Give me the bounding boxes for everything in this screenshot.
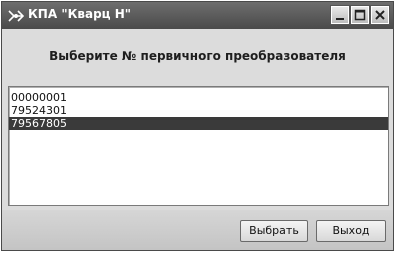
window-title: КПА "Кварц Н"	[28, 7, 132, 21]
close-button[interactable]	[370, 5, 390, 25]
prompt-label: Выберите № первичного преобразователя	[49, 49, 346, 63]
button-bar: Выбрать Выход	[2, 210, 393, 250]
select-button[interactable]: Выбрать	[240, 220, 308, 242]
title-bar[interactable]: КПА "Кварц Н"	[2, 2, 393, 29]
minimize-icon	[336, 18, 344, 20]
dialog-window: КПА "Кварц Н" Выберите № первичного прео…	[1, 1, 394, 251]
maximize-button[interactable]	[350, 5, 370, 25]
list-item[interactable]: 00000001	[9, 91, 388, 104]
list-item[interactable]: 79524301	[9, 104, 388, 117]
app-icon	[8, 8, 25, 22]
minimize-button[interactable]	[330, 5, 350, 25]
close-icon	[375, 10, 385, 20]
sensor-number-list[interactable]: 00000001 79524301 79567805	[8, 86, 389, 206]
list-item-selected[interactable]: 79567805	[9, 117, 388, 130]
exit-button[interactable]: Выход	[316, 220, 386, 242]
maximize-icon	[354, 9, 366, 21]
